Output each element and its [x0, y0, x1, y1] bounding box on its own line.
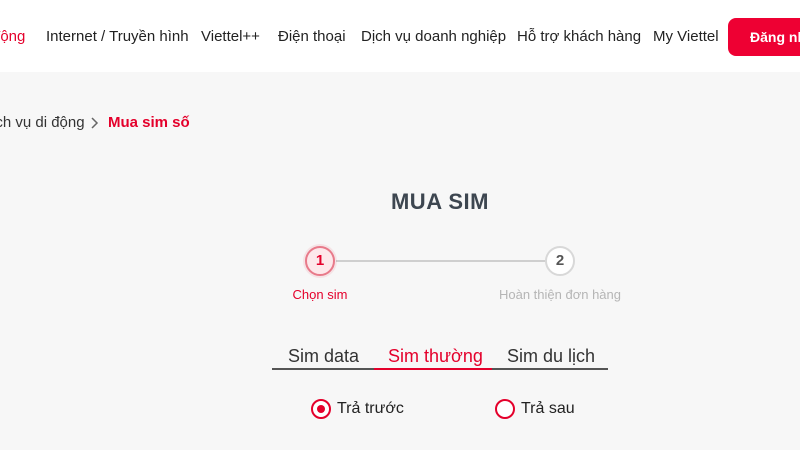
login-button[interactable]: Đăng nhập	[728, 18, 800, 56]
radio-dot	[317, 405, 325, 413]
radio-checked-icon[interactable]	[311, 399, 331, 419]
top-navigation: động Internet / Truyền hình Viettel++ Đi…	[0, 0, 800, 72]
nav-item-phones[interactable]: Điện thoại	[278, 28, 346, 46]
tab-sim-travel[interactable]: Sim du lịch	[507, 346, 595, 367]
radio-unchecked-icon[interactable]	[495, 399, 515, 419]
radio-postpaid-label: Trả sau	[521, 400, 575, 417]
nav-item-viettel-plus[interactable]: Viettel++	[201, 28, 260, 46]
step-2-label: Hoàn thiện đơn hàng	[498, 287, 621, 302]
stepper-line	[336, 260, 546, 262]
radio-prepaid-label: Trả trước	[337, 400, 404, 417]
sim-type-tabs: Sim data Sim thường Sim du lịch	[272, 346, 608, 370]
breadcrumb-current: Mua sim số	[108, 114, 190, 131]
nav-item-my-viettel[interactable]: My Viettel	[653, 28, 719, 46]
nav-item-customer-support[interactable]: Hỗ trợ khách hàng	[517, 28, 641, 46]
step-2-indicator: 2	[545, 246, 575, 276]
step-1-label: Chọn sim	[292, 287, 348, 302]
nav-item-mobile[interactable]: động	[0, 28, 25, 46]
nav-item-business-services[interactable]: Dịch vụ doanh nghiệp	[361, 28, 506, 46]
tab-sim-regular[interactable]: Sim thường	[388, 346, 483, 367]
breadcrumb-mobile-services[interactable]: ịch vụ di động	[0, 114, 85, 132]
chevron-right-icon	[91, 117, 99, 129]
tab-sim-data[interactable]: Sim data	[288, 346, 359, 367]
step-1-indicator: 1	[305, 246, 335, 276]
page-title: MUA SIM	[390, 189, 489, 214]
active-tab-indicator	[374, 368, 492, 370]
nav-item-internet-tv[interactable]: Internet / Truyền hình	[46, 28, 189, 46]
